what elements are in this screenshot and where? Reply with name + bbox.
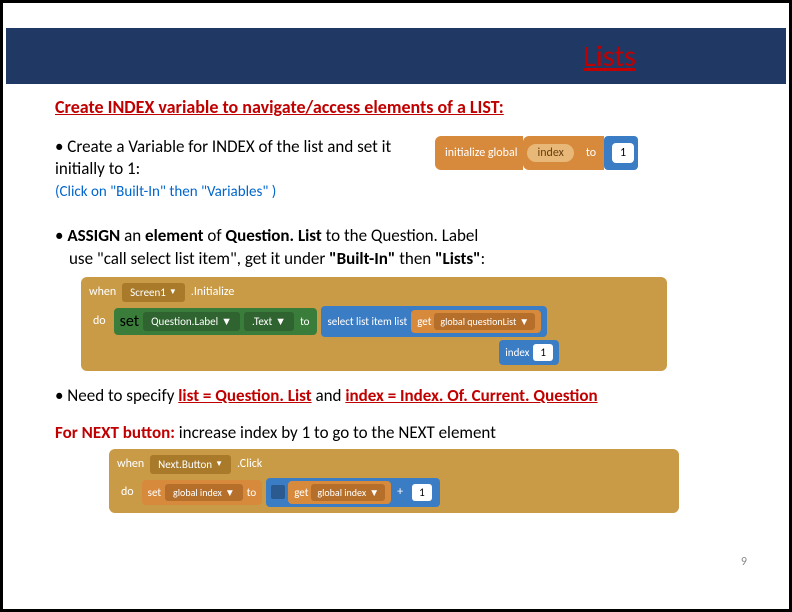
to-keyword: to bbox=[578, 136, 604, 170]
set-block: set Question.Label▼ .Text▼ to bbox=[114, 308, 318, 335]
when-keyword-2: when bbox=[117, 457, 144, 471]
screen-chip: Screen1▼ bbox=[122, 283, 185, 302]
number-wrap: 1 bbox=[409, 482, 435, 503]
code-block-initialize-screen: when Screen1▼ .Initialize do set Questio… bbox=[81, 277, 744, 371]
button-chip: Next.Button▼ bbox=[150, 455, 231, 474]
bullet-1: • Create a Variable for INDEX of the lis… bbox=[55, 136, 415, 203]
bullet-1-text: • Create a Variable for INDEX of the lis… bbox=[55, 136, 391, 179]
var-name-pill: index bbox=[527, 144, 573, 162]
global-index-chip-2: global index▼ bbox=[311, 484, 385, 501]
property-chip: .Text▼ bbox=[244, 312, 294, 331]
click-event: .Click bbox=[237, 457, 262, 471]
code-block-initialize: initialize global index to 1 bbox=[435, 136, 638, 170]
init-block: initialize global index to 1 bbox=[435, 136, 638, 170]
bullet-3: • Need to specify list = Question. List … bbox=[55, 385, 744, 406]
code-block-next-button: when Next.Button▼ .Click do set global i… bbox=[109, 449, 744, 513]
init-keyword: initialize global bbox=[435, 136, 523, 170]
get-block-2: get global index▼ bbox=[288, 481, 391, 504]
bullet-4: For NEXT button: increase index by 1 to … bbox=[55, 422, 744, 443]
index-value: 1 bbox=[533, 344, 553, 361]
select-list-item-block: select list item list get global questio… bbox=[321, 306, 547, 337]
global-index-chip: global index▼ bbox=[165, 484, 243, 501]
title-bar: Lists bbox=[6, 28, 786, 84]
component-chip: Question.Label▼ bbox=[143, 312, 240, 331]
set-global-block: set global index▼ to bbox=[142, 480, 263, 505]
slide-title: Lists bbox=[583, 38, 636, 75]
number-block: 1 bbox=[604, 136, 638, 170]
var-chip: global questionList▼ bbox=[434, 313, 535, 330]
slide-number: 9 bbox=[741, 555, 747, 569]
math-block: get global index▼ + 1 bbox=[266, 478, 440, 507]
bullet-1-note: (Click on "Built-In" then "Variables" ) bbox=[55, 183, 276, 201]
do-keyword: do bbox=[89, 314, 110, 328]
initialize-event: .Initialize bbox=[191, 285, 235, 299]
plus-operator: + bbox=[394, 485, 406, 499]
number-value: 1 bbox=[612, 143, 634, 163]
do-keyword-2: do bbox=[117, 485, 138, 499]
subheading: Create INDEX variable to navigate/access… bbox=[55, 96, 744, 118]
bullet-2: • ASSIGN an element of Question. List to… bbox=[55, 225, 744, 271]
get-block: get global questionList▼ bbox=[411, 310, 541, 333]
math-gear-icon bbox=[271, 485, 285, 499]
index-slot: index 1 bbox=[499, 340, 559, 365]
when-keyword: when bbox=[89, 285, 116, 299]
increment-value: 1 bbox=[412, 484, 432, 501]
